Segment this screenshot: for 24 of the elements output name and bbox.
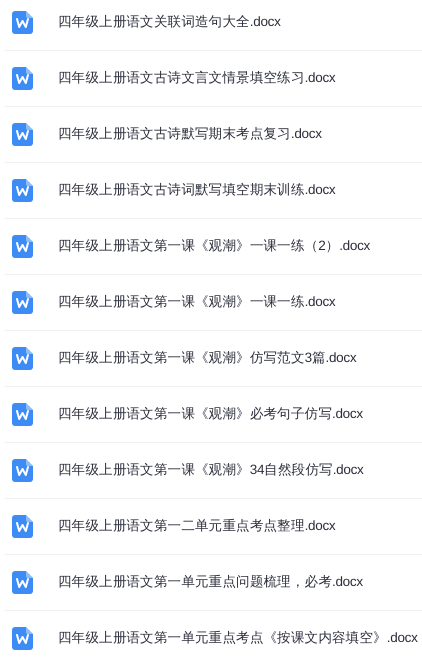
file-name[interactable]: 四年级上册语文古诗默写期末考点复习.docx <box>58 124 322 145</box>
word-document-icon <box>12 291 33 314</box>
word-document-icon <box>12 123 33 146</box>
file-name[interactable]: 四年级上册语文关联词造句大全.docx <box>58 12 281 33</box>
word-document-icon <box>12 179 33 202</box>
word-document-icon <box>12 459 33 482</box>
file-name[interactable]: 四年级上册语文第一课《观潮》仿写范文3篇.docx <box>58 348 356 369</box>
word-document-icon <box>12 347 33 370</box>
word-document-icon <box>12 515 33 538</box>
file-name[interactable]: 四年级上册语文第一课《观潮》34自然段仿写.docx <box>58 460 364 481</box>
file-name[interactable]: 四年级上册语文第一课《观潮》一课一练.docx <box>58 292 336 313</box>
file-name[interactable]: 四年级上册语文第一课《观潮》必考句子仿写.docx <box>58 404 363 425</box>
word-document-icon <box>12 67 33 90</box>
file-name[interactable]: 四年级上册语文第一二单元重点考点整理.docx <box>58 516 336 537</box>
file-name[interactable]: 四年级上册语文第一课《观潮》一课一练（2）.docx <box>58 236 370 257</box>
file-name[interactable]: 四年级上册语文第一单元重点问题梳理，必考.docx <box>58 572 363 593</box>
word-document-icon <box>12 235 33 258</box>
word-document-icon <box>12 403 33 426</box>
file-name[interactable]: 四年级上册语文古诗词默写填空期末训练.docx <box>58 180 336 201</box>
word-document-icon <box>12 571 33 594</box>
word-document-icon <box>12 627 33 650</box>
file-name[interactable]: 四年级上册语文古诗文言文情景填空练习.docx <box>58 68 336 89</box>
word-document-icon <box>12 11 33 34</box>
file-name[interactable]: 四年级上册语文第一单元重点考点《按课文内容填空》.docx <box>58 628 418 649</box>
